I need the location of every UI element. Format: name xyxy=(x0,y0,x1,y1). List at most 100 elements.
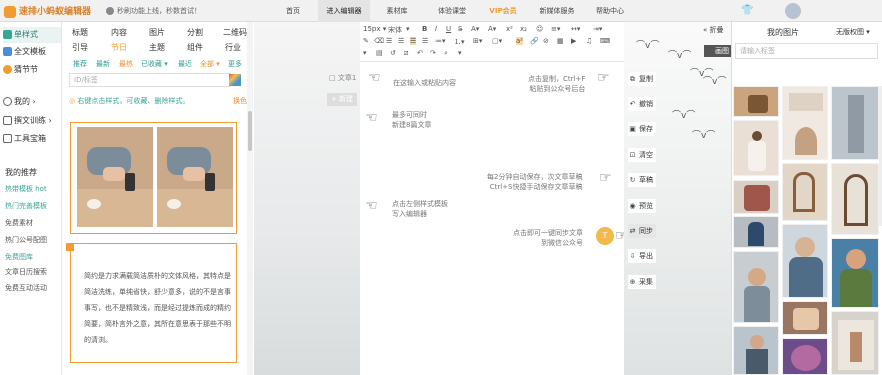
music-icon[interactable]: ♫ xyxy=(586,37,592,45)
image-thumb[interactable] xyxy=(733,120,779,176)
reset-color-link[interactable]: 换色 xyxy=(233,96,247,106)
tool-copy-button[interactable]: ⧉ 复制 xyxy=(628,72,656,86)
indent-icon[interactable]: ⇥▾ xyxy=(593,25,602,33)
rotate-icon[interactable]: ↺ xyxy=(390,49,396,57)
template-card-1[interactable] xyxy=(70,122,237,234)
nav-class[interactable]: 体验课堂 xyxy=(430,0,474,22)
image-thumb[interactable] xyxy=(733,326,779,375)
image-thumb[interactable] xyxy=(831,86,879,160)
align-left-icon[interactable]: ☰ xyxy=(386,37,392,45)
tool-clear-button[interactable]: ⊡ 清空 xyxy=(628,148,656,162)
subtab-favorites[interactable]: 已收藏 ▾ xyxy=(141,59,168,69)
image-thumb[interactable] xyxy=(733,251,779,323)
tool-collect-button[interactable]: ⊕ 采集 xyxy=(628,275,656,289)
category-component[interactable]: 组件 xyxy=(187,42,203,53)
image-thumb[interactable] xyxy=(782,86,828,160)
image-thumb[interactable] xyxy=(733,216,779,248)
text-icon[interactable]: T xyxy=(596,227,614,245)
tool-preview-button[interactable]: ◉ 预览 xyxy=(628,199,656,213)
list-icon[interactable]: ≔▾ xyxy=(435,37,446,45)
sidebar-link-free-materials[interactable]: 免费素材 xyxy=(5,218,33,228)
strikethrough-icon[interactable]: S̶ xyxy=(458,25,462,33)
paragraph-icon[interactable]: a² xyxy=(516,37,524,45)
color-picker-icon[interactable] xyxy=(229,74,241,86)
category-festival[interactable]: 节日 xyxy=(111,42,127,53)
new-doc-button[interactable]: + 新建 xyxy=(327,93,357,106)
image-thumb[interactable] xyxy=(782,163,828,221)
sidebar-link-recommend[interactable]: 我的推荐 xyxy=(5,167,37,178)
emoji-icon[interactable]: ☺ xyxy=(536,25,543,33)
nav-editor[interactable]: 进入编辑器 xyxy=(318,0,370,22)
nav-home[interactable]: 首页 xyxy=(278,0,308,22)
redo-icon[interactable]: ↷ xyxy=(430,49,436,57)
sidebar-item-writing[interactable]: 撰文训练 › xyxy=(3,113,61,129)
sidebar-link-calendar[interactable]: 文章日历搜索 xyxy=(5,267,47,277)
image-search-input[interactable]: 请输入标签 xyxy=(735,43,878,59)
line-height-icon[interactable]: ≡▾ xyxy=(551,25,560,33)
clear-format-icon[interactable]: ⌫ xyxy=(374,37,384,45)
sidebar-link-free-gallery[interactable]: 免费图库 xyxy=(5,252,33,262)
category-title[interactable]: 标题 xyxy=(72,27,88,38)
tool-sync-button[interactable]: ⇄ 同步 xyxy=(628,224,656,238)
category-qrcode[interactable]: 二维码 xyxy=(223,27,247,38)
image-upload-icon[interactable]: ▤ xyxy=(376,49,383,57)
tshirt-icon[interactable]: 👕 xyxy=(741,5,753,16)
tool-save-button[interactable]: ▣ 保存 xyxy=(628,122,656,136)
copyright-free-select[interactable]: 无版权图 ▾ xyxy=(836,27,870,37)
nav-materials[interactable]: 素材库 xyxy=(380,0,414,22)
image-thumb[interactable] xyxy=(782,301,828,335)
superscript-icon[interactable]: x² xyxy=(506,25,513,33)
video-icon[interactable]: ▶ xyxy=(571,37,576,45)
unlink-icon[interactable]: ⊘ xyxy=(543,37,549,45)
tool-undo-button[interactable]: ↶ 撤销 xyxy=(628,97,656,111)
dropdown-icon[interactable]: ▾ xyxy=(406,25,410,33)
fold-button[interactable]: « 折叠 xyxy=(703,25,731,37)
avatar[interactable] xyxy=(785,3,801,19)
font-size-select[interactable]: 15px ▾ xyxy=(363,25,386,33)
ordered-list-icon[interactable]: ⒈▾ xyxy=(454,37,465,47)
border-icon[interactable]: ▢▾ xyxy=(492,37,502,45)
table-icon[interactable]: ⊞▾ xyxy=(473,37,482,45)
image-thumb[interactable] xyxy=(782,338,828,375)
code-icon[interactable]: ⌨ xyxy=(600,37,610,45)
category-guide[interactable]: 引导 xyxy=(72,42,88,53)
tool-draft-button[interactable]: ↻ 草稿 xyxy=(628,173,656,187)
sidebar-link-hot-perfect[interactable]: 热门完善模板 xyxy=(5,201,47,211)
category-image[interactable]: 图片 xyxy=(149,27,165,38)
doc-tab[interactable]: □ 文章1 xyxy=(329,73,356,83)
subtab-latest[interactable]: 最新 xyxy=(96,59,110,69)
tool-export-button[interactable]: ⇩ 导出 xyxy=(628,249,656,263)
crop-icon[interactable]: ⧄ xyxy=(404,49,408,58)
nav-vip[interactable]: VIP会员 xyxy=(484,0,522,22)
nav-help[interactable]: 帮助中心 xyxy=(590,0,630,22)
sidebar-link-hot-templates[interactable]: 热带模板 hot xyxy=(5,184,47,194)
subtab-hottest[interactable]: 最热 xyxy=(119,59,133,69)
align-justify-icon[interactable]: ☰ xyxy=(410,37,417,45)
image-thumb[interactable] xyxy=(831,311,879,375)
highlight-icon[interactable]: A▾ xyxy=(488,25,496,33)
sidebar-item-single-style[interactable]: 单样式 xyxy=(3,27,61,43)
format-brush-icon[interactable]: ✎ xyxy=(363,37,369,45)
logo[interactable]: 速排小蚂蚁编辑器 xyxy=(4,4,91,18)
image-thumb[interactable] xyxy=(782,224,828,298)
align-right-icon[interactable]: ☰ xyxy=(422,37,428,45)
sidebar-item-festival[interactable]: 猜节节 xyxy=(3,62,61,78)
letter-spacing-icon[interactable]: ↔▾ xyxy=(571,25,580,33)
draw-button[interactable]: 画图 xyxy=(704,45,731,57)
sidebar-item-toolbox[interactable]: 工具宝箱 xyxy=(3,131,61,147)
link-icon[interactable]: 🔗 xyxy=(530,37,539,45)
text-color-icon[interactable]: A▾ xyxy=(471,25,479,33)
my-images-tab[interactable]: 我的图片 xyxy=(767,27,799,38)
image-thumb[interactable] xyxy=(831,163,879,235)
image-icon[interactable]: ▦ xyxy=(557,37,564,45)
expand-icon[interactable]: ▾ xyxy=(458,49,462,57)
template-card-2[interactable]: 简约是力求满载简洁质朴的文体风格，其特点是简洁洗练，单纯省快，舒少意多，说的不是… xyxy=(70,243,237,363)
category-content[interactable]: 内容 xyxy=(111,27,127,38)
category-divider[interactable]: 分割 xyxy=(187,27,203,38)
sidebar-link-hot-images[interactable]: 热门公号配图 xyxy=(5,235,47,245)
sidebar-link-interactive[interactable]: 免费互动活动 xyxy=(5,283,47,293)
italic-icon[interactable]: I xyxy=(435,25,437,33)
nav-services[interactable]: 新媒体服务 xyxy=(528,0,586,22)
sidebar-item-mine[interactable]: 我的 › xyxy=(3,94,61,110)
image-thumb[interactable] xyxy=(831,238,879,308)
